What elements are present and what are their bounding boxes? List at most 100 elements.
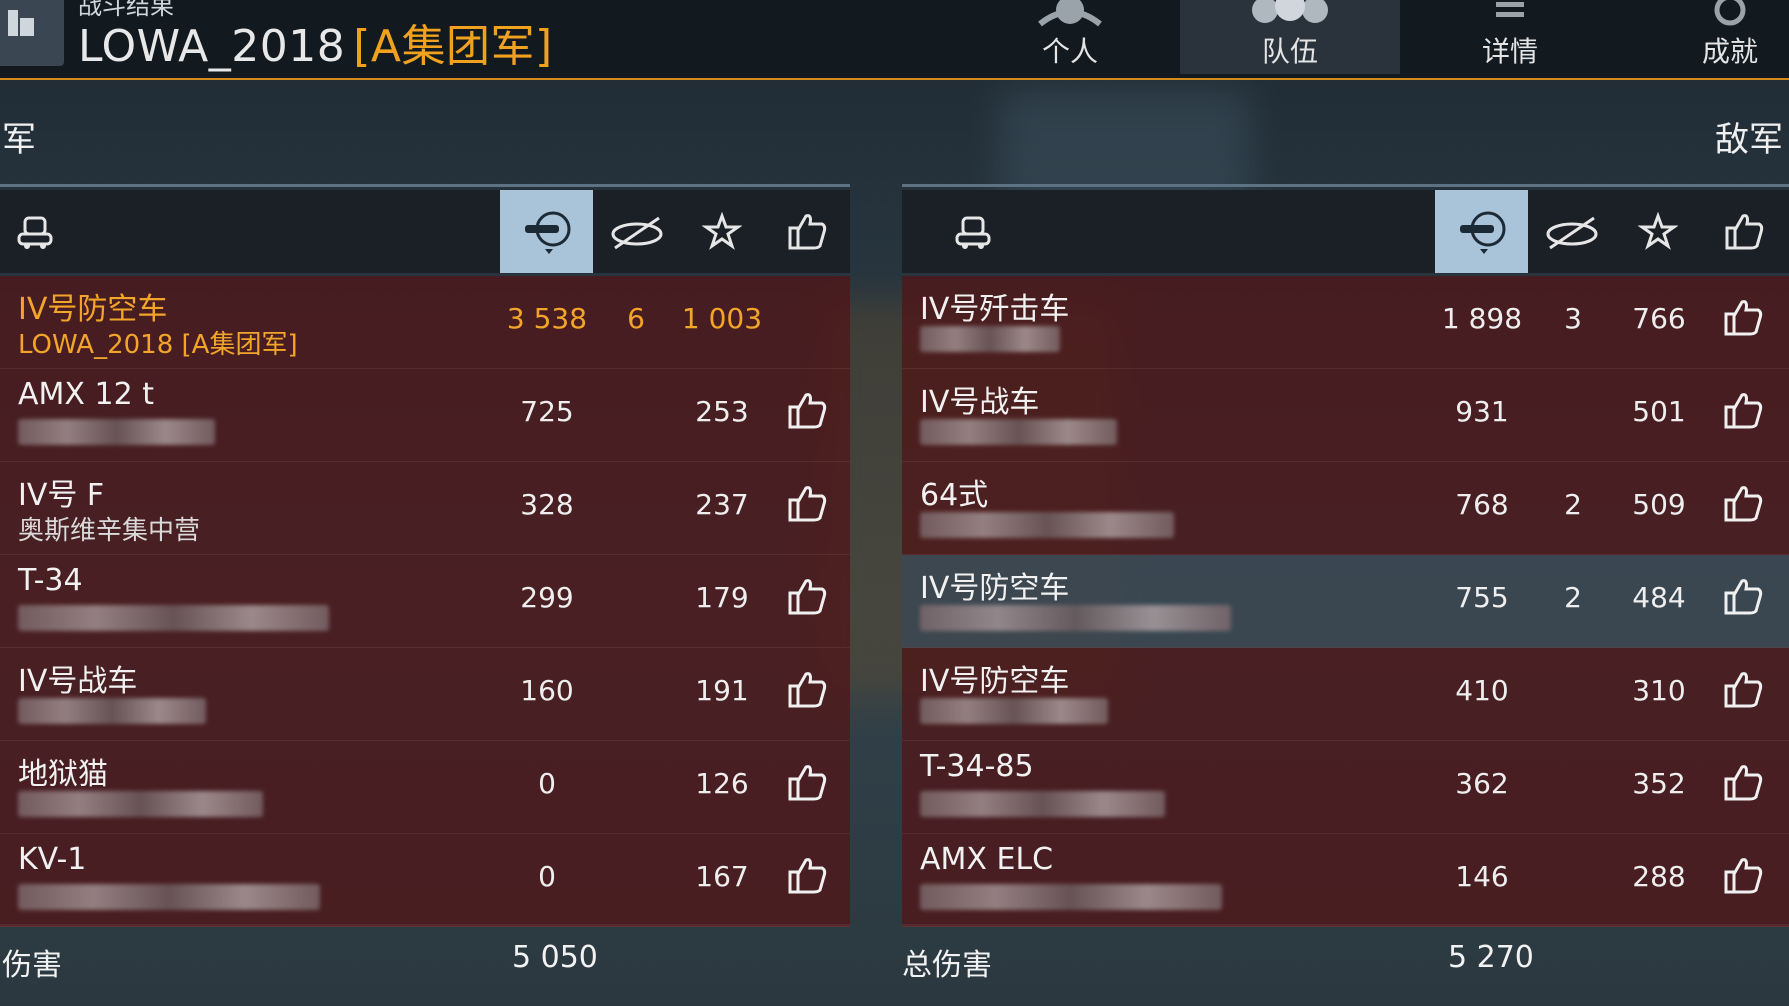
exp-value: 484 (1632, 581, 1686, 614)
vehicle-name: KV-1 (18, 842, 87, 877)
damage-icon (524, 211, 570, 254)
tab-team[interactable]: 队伍 (1180, 0, 1400, 74)
medal-icon (1714, 0, 1746, 26)
thumbs-up-icon (1725, 213, 1763, 249)
game-logo (0, 0, 64, 66)
player-row[interactable]: IV号歼击车 1 898 3 766 (902, 276, 1789, 369)
vehicle-name: IV号防空车 (18, 292, 168, 327)
tab-details[interactable]: 详情 (1400, 0, 1620, 74)
soldier-icon (1038, 0, 1102, 27)
player-row[interactable]: IV号战车 160 191 (0, 648, 850, 741)
damage-icon (1459, 211, 1505, 254)
player-row[interactable]: IV号防空车 LOWA_2018 [A集团军] 3 538 6 1 003 (0, 276, 850, 369)
obscured-player-name (920, 419, 1117, 445)
thumbs-up-icon[interactable] (786, 389, 836, 439)
damage-value: 1 898 (1441, 302, 1523, 335)
kills-column-header[interactable] (1528, 190, 1616, 273)
vehicle-name: IV号防空车 (920, 664, 1070, 699)
team-icon (1252, 0, 1328, 23)
tank-column-header[interactable] (10, 190, 60, 273)
thumbs-up-icon[interactable] (1722, 389, 1772, 439)
enemies-header (902, 190, 1789, 273)
player-row[interactable]: KV-1 0 167 (0, 834, 850, 927)
exp-column-header[interactable] (1616, 190, 1700, 273)
kills-value: 3 (1564, 302, 1582, 335)
obscured-player-name (18, 605, 329, 631)
damage-value: 0 (538, 767, 556, 800)
vehicle-name: T-34 (18, 563, 83, 598)
allies-panel: IV号防空车 LOWA_2018 [A集团军] 3 538 6 1 003 AMX 12 … (0, 184, 850, 927)
exp-value: 253 (695, 395, 749, 428)
thumbs-up-icon[interactable] (1722, 854, 1772, 904)
thumbs-up-icon[interactable] (1722, 296, 1772, 346)
vehicle-name: IV号战车 (920, 385, 1040, 420)
thumbs-up-icon[interactable] (786, 854, 836, 904)
damage-value: 328 (520, 488, 574, 521)
allies-total-value: 5 050 (512, 940, 598, 975)
player-name: LOWA_2018 (78, 21, 346, 72)
tab-personal[interactable]: 个人 (960, 0, 1180, 74)
thumbs-up-icon[interactable] (786, 575, 836, 625)
player-row[interactable]: AMX 12 t 725 253 (0, 369, 850, 462)
player-name: LOWA_2018 [A集团军] (18, 330, 298, 360)
obscured-player-name (18, 791, 263, 817)
vehicle-name: IV号歼击车 (920, 292, 1070, 327)
player-row[interactable]: 地狱猫 0 126 (0, 741, 850, 834)
damage-value: 725 (520, 395, 574, 428)
vehicle-name: 64式 (920, 478, 989, 513)
kills-value: 6 (627, 302, 645, 335)
star-icon (1638, 211, 1678, 250)
allies-total-label: 伤害 (2, 948, 62, 983)
exp-value: 167 (695, 860, 749, 893)
tank-column-header[interactable] (948, 190, 998, 273)
kills-icon (1546, 216, 1598, 249)
exp-value: 237 (695, 488, 749, 521)
enemies-panel: IV号歼击车 1 898 3 766 IV号战车 931 501 64式 768 2 509 IV号防… (902, 184, 1789, 927)
vehicle-name: AMX ELC (920, 842, 1054, 877)
player-row[interactable]: T-34 299 179 (0, 555, 850, 648)
exp-value: 509 (1632, 488, 1686, 521)
thumbs-up-icon[interactable] (1722, 575, 1772, 625)
player-row[interactable]: T-34-85 362 352 (902, 741, 1789, 834)
player-row[interactable]: IV号 F 奥斯维辛集中营 328 237 (0, 462, 850, 555)
player-clan: [A集团军] (353, 21, 553, 72)
kills-column-header[interactable] (593, 190, 681, 273)
thumbs-up-icon[interactable] (1722, 668, 1772, 718)
damage-value: 931 (1455, 395, 1509, 428)
exp-value: 766 (1632, 302, 1686, 335)
kills-value: 2 (1564, 488, 1582, 521)
obscured-player-name (920, 512, 1174, 538)
thumbs-up-icon[interactable] (786, 482, 836, 532)
exp-column-header[interactable] (681, 190, 763, 273)
exp-value: 191 (695, 674, 749, 707)
thumbs-up-icon[interactable] (786, 761, 836, 811)
damage-value: 0 (538, 860, 556, 893)
damage-value: 146 (1455, 860, 1509, 893)
like-column-header[interactable] (1700, 190, 1789, 273)
exp-value: 501 (1632, 395, 1686, 428)
player-row[interactable]: IV号防空车 410 310 (902, 648, 1789, 741)
details-icon (1496, 2, 1524, 17)
obscured-player-name (18, 419, 215, 445)
player-row[interactable]: 64式 768 2 509 (902, 462, 1789, 555)
player-row[interactable]: IV号防空车 755 2 484 (902, 555, 1789, 648)
tank-icon (17, 216, 53, 249)
thumbs-up-icon[interactable] (1722, 482, 1772, 532)
damage-column-header[interactable] (1435, 190, 1528, 273)
obscured-player-name (920, 884, 1222, 910)
thumbs-up-icon[interactable] (1722, 761, 1772, 811)
player-row[interactable]: IV号战车 931 501 (902, 369, 1789, 462)
allies-title: 军 (2, 120, 36, 160)
allies-header (0, 190, 850, 273)
like-column-header[interactable] (763, 190, 853, 273)
damage-value: 299 (520, 581, 574, 614)
tab-achievements[interactable]: 成就 (1620, 0, 1789, 74)
obscured-player-name (920, 698, 1108, 724)
player-row[interactable]: AMX ELC 146 288 (902, 834, 1789, 927)
obscured-player-name (920, 605, 1231, 631)
exp-value: 179 (695, 581, 749, 614)
vehicle-name: T-34-85 (920, 749, 1034, 784)
thumbs-up-icon[interactable] (786, 668, 836, 718)
exp-value: 310 (1632, 674, 1686, 707)
damage-column-header[interactable] (500, 190, 593, 273)
